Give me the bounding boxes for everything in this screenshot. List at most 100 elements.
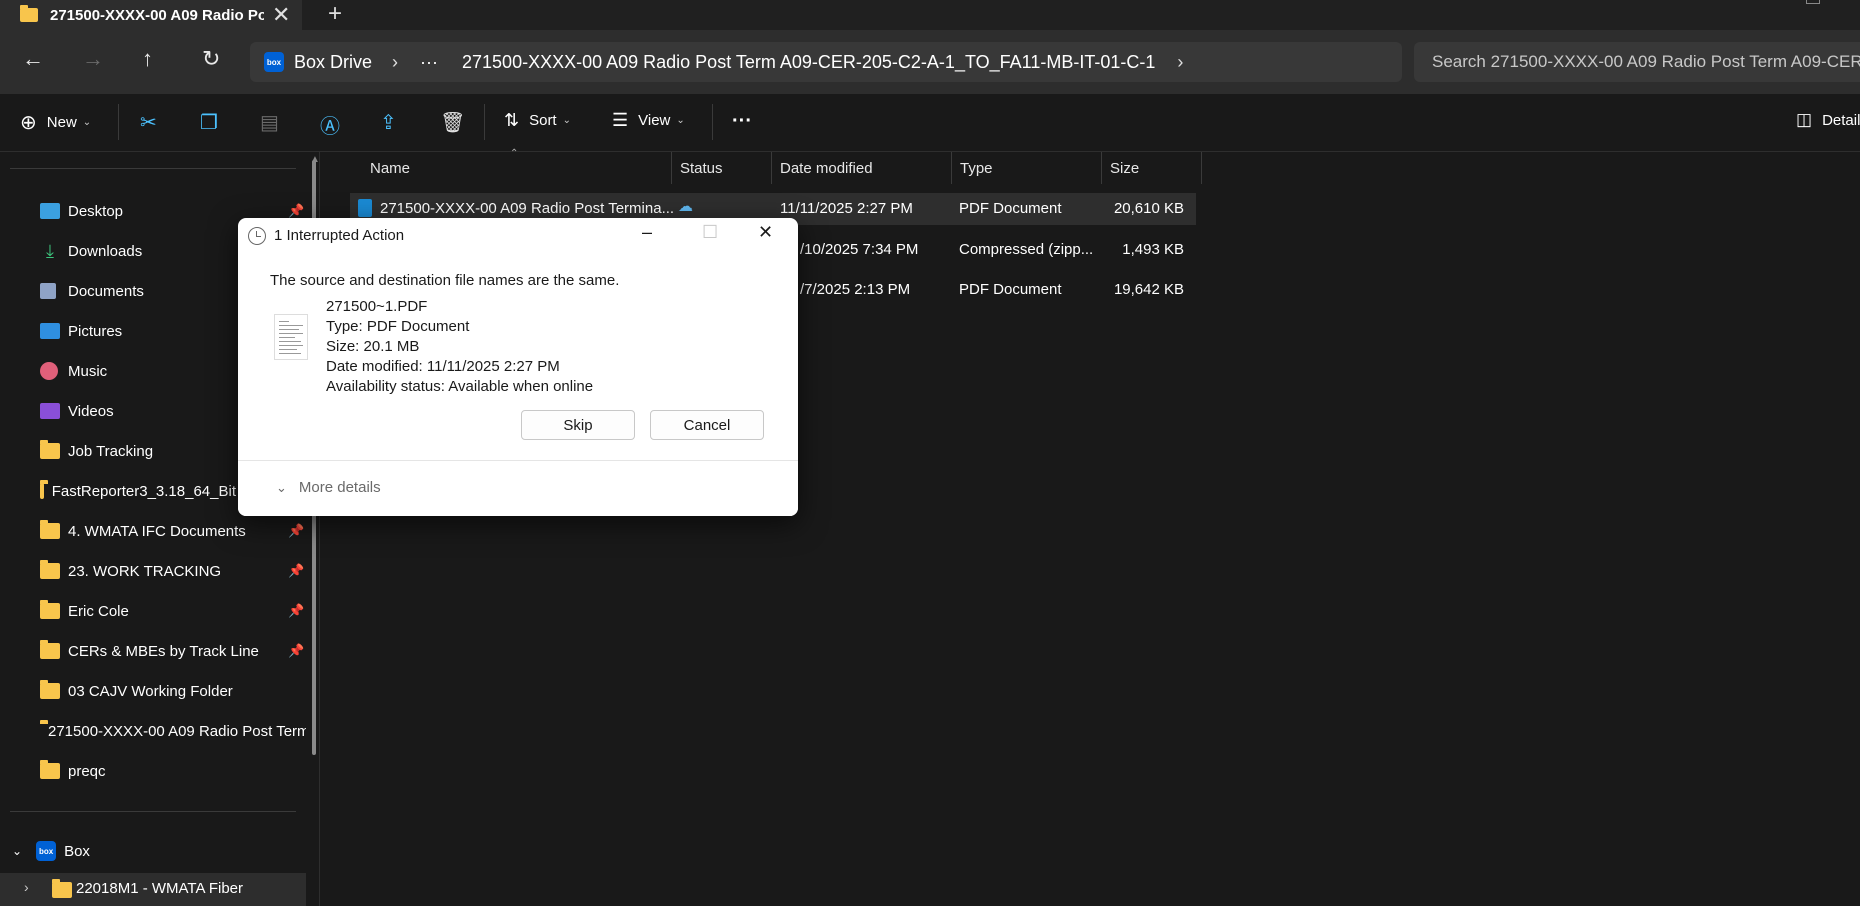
more-details-toggle[interactable]: ⌄ More details bbox=[276, 479, 381, 496]
sidebar-item-label: 271500-XXXX-00 A09 Radio Post Term bbox=[48, 722, 306, 740]
chevron-right-icon[interactable]: › bbox=[24, 879, 29, 895]
share-icon[interactable]: ⇪ bbox=[380, 110, 397, 135]
view-button[interactable]: ☰ View ⌄ bbox=[612, 110, 685, 131]
paste-icon[interactable]: ▤ bbox=[260, 110, 279, 135]
cloud-status-icon: ☁ bbox=[678, 198, 693, 215]
sidebar-item-eric-cole[interactable]: Eric Cole bbox=[40, 598, 129, 624]
sidebar-item-wmata-ifc-documents[interactable]: 4. WMATA IFC Documents bbox=[40, 518, 246, 544]
column-header-type[interactable]: Type bbox=[952, 152, 1102, 184]
file-name: 271500-XXXX-00 A09 Radio Post Termina... bbox=[380, 200, 675, 217]
pin-icon[interactable]: 📌 bbox=[288, 563, 304, 579]
delete-icon[interactable]: 🗑 bbox=[440, 110, 465, 135]
divider bbox=[118, 104, 119, 140]
chevron-down-icon: ⌄ bbox=[562, 115, 571, 126]
sidebar-item-label: 22018M1 - WMATA Fiber bbox=[76, 880, 243, 897]
cancel-button[interactable]: Cancel bbox=[650, 410, 764, 440]
breadcrumb-chevron-icon[interactable]: › bbox=[1177, 52, 1183, 73]
address-bar[interactable]: box Box Drive › ··· 271500-XXXX-00 A09 R… bbox=[250, 42, 1402, 82]
breadcrumb-chevron-icon[interactable]: › bbox=[392, 52, 398, 73]
maximize-icon[interactable]: ☐ bbox=[702, 222, 718, 243]
dialog-title-bar[interactable]: 1 Interrupted Action – ☐ ✕ bbox=[238, 218, 798, 254]
sidebar-item-label: Documents bbox=[68, 282, 144, 300]
more-options-icon[interactable]: ··· bbox=[732, 110, 752, 133]
sidebar-item-downloads[interactable]: ⤓ Downloads bbox=[40, 238, 142, 264]
sidebar-item-box[interactable]: ⌄ box Box bbox=[12, 838, 90, 864]
file-date: /10/2025 7:34 PM bbox=[800, 241, 919, 258]
column-label: Name bbox=[370, 159, 411, 177]
sidebar-item-cers-mbes[interactable]: CERs & MBEs by Track Line bbox=[40, 638, 259, 664]
refresh-button[interactable]: ↻ bbox=[202, 46, 220, 72]
sidebar-item-label: Eric Cole bbox=[68, 602, 129, 620]
sidebar-item-label: Box bbox=[64, 842, 90, 860]
divider bbox=[484, 104, 485, 140]
sidebar-item-radio-post-term[interactable]: 271500-XXXX-00 A09 Radio Post Term bbox=[40, 718, 306, 744]
chevron-down-icon: ⌄ bbox=[82, 117, 92, 128]
pin-icon[interactable]: 📌 bbox=[288, 523, 304, 539]
pin-icon[interactable]: 📌 bbox=[288, 643, 304, 659]
sidebar-item-preqc[interactable]: preqc bbox=[40, 758, 106, 784]
close-tab-icon[interactable]: ✕ bbox=[272, 2, 290, 28]
file-date: 11/11/2025 2:27 PM bbox=[780, 200, 913, 217]
chevron-down-icon[interactable]: ⌄ bbox=[12, 844, 22, 858]
sidebar-item-music[interactable]: Music bbox=[40, 358, 107, 384]
sidebar-item-work-tracking[interactable]: 23. WORK TRACKING bbox=[40, 558, 221, 584]
column-header-status[interactable]: Status bbox=[672, 152, 772, 184]
new-tab-button[interactable]: + bbox=[328, 0, 342, 28]
pin-icon[interactable]: 📌 bbox=[288, 203, 304, 219]
back-button[interactable]: ← bbox=[22, 46, 44, 72]
copy-icon[interactable]: ❐ bbox=[200, 110, 218, 135]
search-box[interactable]: Search 271500-XXXX-00 A09 Radio Post Ter… bbox=[1414, 42, 1860, 82]
sidebar-item-pictures[interactable]: Pictures bbox=[40, 318, 122, 344]
sidebar-item-documents[interactable]: Documents bbox=[40, 278, 144, 304]
sidebar-item-cajv-working-folder[interactable]: 03 CAJV Working Folder bbox=[40, 678, 233, 704]
column-label: Date modified bbox=[780, 159, 873, 177]
new-button[interactable]: ⊕ New ⌄ bbox=[20, 110, 91, 135]
file-type-line: Type: PDF Document bbox=[326, 318, 470, 335]
sidebar-item-fastreporter[interactable]: FastReporter3_3.18_64_Bit bbox=[40, 478, 236, 504]
sidebar-item-label: Downloads bbox=[68, 242, 143, 260]
divider bbox=[10, 168, 296, 169]
breadcrumb-current-folder[interactable]: 271500-XXXX-00 A09 Radio Post Term A09-C… bbox=[462, 52, 1155, 73]
close-icon[interactable]: ✕ bbox=[758, 222, 773, 243]
column-label: Status bbox=[680, 159, 723, 177]
pdf-file-icon bbox=[358, 199, 372, 217]
details-label: Details bbox=[1822, 111, 1860, 129]
breadcrumb-ellipsis[interactable]: ··· bbox=[420, 52, 438, 73]
forward-button[interactable]: → bbox=[82, 46, 104, 72]
minimize-icon[interactable]: – bbox=[642, 222, 652, 243]
pin-icon[interactable]: 📌 bbox=[288, 603, 304, 619]
sidebar-item-label: CERs & MBEs by Track Line bbox=[68, 642, 259, 660]
folder-icon bbox=[52, 879, 72, 898]
folder-icon bbox=[40, 760, 60, 779]
folder-icon bbox=[40, 440, 60, 459]
sidebar-item-videos[interactable]: Videos bbox=[40, 398, 114, 424]
sidebar-item-label: Pictures bbox=[68, 322, 123, 340]
search-input[interactable]: Search 271500-XXXX-00 A09 Radio Post Ter… bbox=[1432, 52, 1860, 72]
cut-icon[interactable]: ✂ bbox=[140, 110, 157, 135]
breadcrumb-box-drive[interactable]: Box Drive bbox=[294, 52, 372, 73]
restore-window-button[interactable] bbox=[1806, 0, 1820, 4]
box-logo-icon: box bbox=[264, 52, 284, 72]
sort-button[interactable]: ⇅ Sort ⌄ bbox=[504, 110, 571, 131]
tab-current-folder[interactable]: 271500-XXXX-00 A09 Radio Post Term A09-C… bbox=[0, 0, 302, 30]
details-pane-icon: ◫ bbox=[1796, 110, 1813, 129]
rename-icon[interactable]: Ⓐ bbox=[320, 110, 340, 139]
column-header-date-modified[interactable]: Date modified bbox=[772, 152, 952, 184]
column-label: Size bbox=[1110, 159, 1140, 177]
tab-title: 271500-XXXX-00 A09 Radio Post Term A09-C… bbox=[50, 6, 264, 24]
sidebar-item-label: 23. WORK TRACKING bbox=[68, 562, 222, 580]
column-header-size[interactable]: Size bbox=[1102, 152, 1202, 184]
skip-button[interactable]: Skip bbox=[521, 410, 635, 440]
view-icon: ☰ bbox=[612, 110, 629, 130]
sidebar-item-job-tracking[interactable]: Job Tracking bbox=[40, 438, 153, 464]
sidebar-item-22018m1[interactable]: › 22018M1 - WMATA Fiber bbox=[0, 873, 306, 906]
dialog-message: The source and destination file names ar… bbox=[270, 272, 620, 289]
folder-icon bbox=[40, 680, 60, 699]
divider bbox=[10, 811, 296, 812]
clock-icon bbox=[248, 227, 266, 245]
column-header-name[interactable]: Name bbox=[362, 152, 672, 184]
details-pane-button[interactable]: ◫ Details bbox=[1796, 110, 1860, 130]
up-button[interactable]: ↑ bbox=[142, 46, 153, 72]
chevron-down-icon: ⌄ bbox=[276, 479, 287, 495]
sidebar-item-desktop[interactable]: Desktop bbox=[40, 198, 123, 224]
